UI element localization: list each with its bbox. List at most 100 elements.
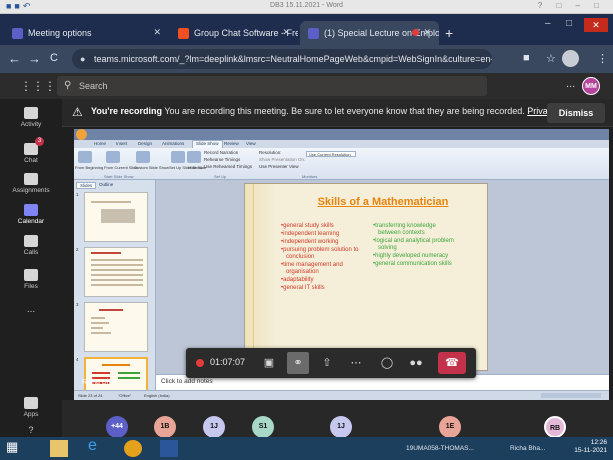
use-rehearsed-timings-checkbox[interactable]: Use Rehearsed Timings — [204, 164, 252, 169]
tab-close-icon[interactable]: ✕ — [153, 27, 161, 38]
rail-item-help[interactable]: ? — [0, 425, 62, 435]
back-button[interactable]: ← — [8, 51, 21, 66]
url-field[interactable]: ● teams.microsoft.com/_?lm=deeplink&lmsr… — [72, 49, 492, 69]
rail-item-more[interactable]: ... — [0, 304, 62, 315]
tab-close-icon[interactable]: ✕ — [282, 27, 290, 38]
close-window-button[interactable]: ✕ — [584, 18, 608, 32]
resolution-select[interactable]: Use Current Resolution — [306, 151, 356, 157]
rail-label: Files — [24, 283, 38, 290]
browser-tab-meeting-options[interactable]: Meeting options ✕ — [4, 21, 169, 45]
app-launcher-icon[interactable]: ⋮⋮⋮ — [20, 79, 56, 93]
rail-item-chat[interactable]: Chat — [0, 143, 62, 164]
minimize-button[interactable]: – — [545, 18, 551, 29]
ppt-tab-view[interactable]: View — [246, 141, 256, 146]
mic-muted-icon[interactable]: ⚭ — [287, 352, 309, 374]
participants-icon[interactable]: ●● — [405, 352, 427, 374]
participant-avatar[interactable]: 1J — [203, 416, 225, 438]
rail-label: Calls — [23, 249, 39, 256]
participant-avatar[interactable]: 1J — [330, 416, 352, 438]
ppt-tab-slide-show[interactable]: Slide Show — [192, 140, 223, 148]
leave-call-button[interactable]: ☎ — [438, 352, 466, 374]
zoom-slider[interactable] — [541, 393, 601, 398]
share-tray-icon[interactable]: ⇧ — [316, 352, 338, 374]
extension-icon[interactable]: ■ — [523, 52, 530, 64]
user-avatar[interactable]: MM — [582, 77, 600, 95]
slide-thumbnail[interactable] — [84, 302, 148, 352]
browser-tab-group-chat[interactable]: Group Chat Software - Free Chat ✕ — [170, 21, 298, 45]
rail-item-files[interactable]: Files — [0, 269, 62, 290]
ppt-tab-animations[interactable]: Animations — [162, 141, 184, 146]
slide-thumbnail[interactable] — [84, 192, 148, 242]
ppt-tab-design[interactable]: Design — [138, 141, 152, 146]
skill-item: adaptability — [281, 277, 371, 284]
thumb-line — [91, 264, 143, 266]
from-beginning-icon[interactable] — [78, 151, 92, 163]
file-explorer-icon[interactable] — [50, 440, 68, 457]
dismiss-button[interactable]: Dismiss — [547, 103, 605, 123]
thumb-line — [91, 322, 109, 324]
participant-avatar[interactable]: 1B — [154, 416, 176, 438]
maximize-button[interactable]: □ — [566, 18, 572, 29]
thumb-number: 1 — [76, 192, 79, 197]
rail-item-calls[interactable]: Calls — [0, 235, 62, 256]
browser-menu-icon[interactable]: ⋮ — [597, 52, 608, 65]
rail-item-apps[interactable]: Apps — [0, 397, 62, 418]
office-button-icon[interactable] — [76, 129, 87, 140]
ppt-tab-review[interactable]: Review — [224, 141, 239, 146]
thumb-line — [91, 332, 111, 334]
slide-thumbnail[interactable] — [84, 247, 148, 297]
windows-start-icon[interactable]: ▦ — [6, 439, 24, 456]
taskbar-task[interactable]: Richa Bha... — [510, 440, 545, 457]
skill-item: transferring knowledge between contexts — [373, 223, 459, 237]
browser-tab-special-lecture[interactable]: (1) Special Lecture on Emplo ✕ — [300, 21, 439, 45]
system-clock[interactable]: 12:26 15-11-2021 — [574, 439, 607, 455]
taskbar-task[interactable]: 19UMA058-THOMAS... — [406, 440, 474, 457]
rail-item-assignments[interactable]: Assignments — [0, 173, 62, 194]
thumb-line — [99, 309, 123, 311]
participant-avatar[interactable]: 1E — [439, 416, 461, 438]
chrome-icon[interactable] — [124, 440, 142, 457]
tab-slides[interactable]: Slides — [76, 182, 97, 189]
edge-icon[interactable]: e — [88, 437, 106, 454]
word-window-controls[interactable]: ? □ – □ — [538, 1, 605, 10]
skills-list-left: general study skills independent learnin… — [281, 223, 371, 293]
browser-tab-bar: Meeting options ✕ Group Chat Software - … — [0, 14, 613, 45]
skill-item: time management and organisation — [281, 262, 371, 276]
show-on-select[interactable]: Show Presentation On: — [259, 157, 305, 162]
slide-editing-area: Skills of a Mathematician general study … — [156, 180, 609, 374]
custom-show-icon[interactable] — [136, 151, 150, 163]
search-input[interactable]: ⚲ Search — [57, 76, 487, 96]
word-icon[interactable] — [160, 440, 178, 457]
participant-avatar-active[interactable]: RB — [544, 416, 566, 438]
ppt-tab-home[interactable]: Home — [94, 141, 106, 146]
forward-button[interactable]: → — [28, 51, 41, 66]
thumb-line — [92, 372, 110, 374]
participant-avatar[interactable]: S1 — [252, 416, 274, 438]
tab-close-icon[interactable]: ✕ — [423, 27, 431, 38]
rail-label: Apps — [23, 411, 39, 418]
participant-overflow[interactable]: +44 — [106, 416, 128, 438]
use-presenter-view-checkbox[interactable]: Use Presenter View — [259, 164, 299, 169]
chat-icon[interactable]: ◯ — [376, 352, 398, 374]
recording-indicator-icon — [196, 359, 204, 367]
clock-time: 12:26 — [590, 439, 607, 446]
from-current-icon[interactable] — [106, 151, 120, 163]
thumb-line — [102, 364, 130, 366]
profile-avatar[interactable] — [562, 50, 579, 67]
current-slide[interactable]: Skills of a Mathematician general study … — [244, 183, 488, 371]
tab-outline[interactable]: Outline — [96, 182, 116, 187]
hide-slide-icon[interactable] — [187, 151, 201, 163]
camera-off-icon[interactable]: ▣ — [258, 352, 280, 374]
more-options-button[interactable]: ... — [566, 78, 575, 90]
record-narration-button[interactable]: Record Narration — [204, 150, 238, 155]
thumb-image — [101, 209, 135, 223]
star-icon[interactable]: ☆ — [546, 52, 556, 65]
new-tab-button[interactable]: + — [445, 25, 453, 41]
set-up-show-icon[interactable] — [171, 151, 185, 163]
reload-button[interactable]: C — [50, 52, 58, 64]
rail-item-activity[interactable]: Activity — [0, 107, 62, 128]
ppt-tab-insert[interactable]: Insert — [116, 141, 127, 146]
rehearse-timings-button[interactable]: Rehearse Timings — [204, 157, 240, 162]
more-actions-icon[interactable]: ⋯ — [345, 352, 367, 374]
rail-item-calendar[interactable]: Calendar — [0, 204, 62, 225]
